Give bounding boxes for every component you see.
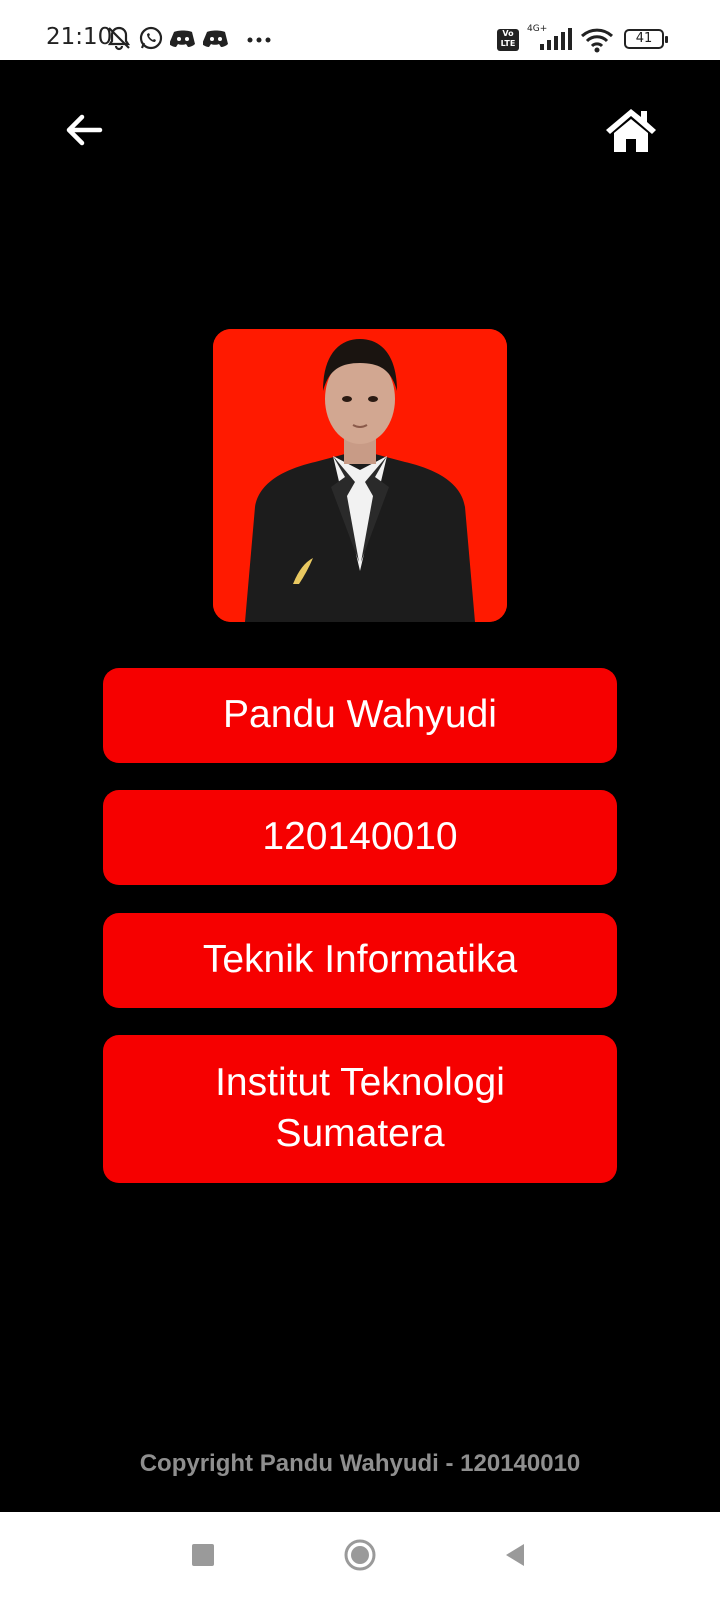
student-campus: Institut Teknologi Sumatera <box>215 1061 505 1155</box>
app-screen <box>0 60 720 1512</box>
home-nav-button[interactable] <box>344 1539 376 1571</box>
back-nav-button[interactable] <box>504 1543 526 1567</box>
home-button[interactable] <box>604 106 658 154</box>
signal-icon <box>540 28 572 50</box>
more-dots-icon <box>247 37 271 43</box>
battery-level: 41 <box>635 31 653 46</box>
back-button[interactable] <box>62 108 106 152</box>
campus-card: Institut Teknologi Sumatera <box>103 1035 617 1183</box>
discord-icon <box>170 30 195 47</box>
arrow-left-icon <box>66 114 103 146</box>
student-major: Teknik Informatika <box>202 938 518 982</box>
name-card: Pandu Wahyudi <box>103 668 617 763</box>
student-name: Pandu Wahyudi <box>223 693 497 737</box>
notifications-off-icon <box>107 26 131 51</box>
profile-photo <box>213 329 507 622</box>
status-bar: 21:10 Vo LTE 4G+ 41 <box>0 0 720 60</box>
discord-icon <box>203 30 228 47</box>
home-icon <box>606 109 656 152</box>
major-card: Teknik Informatika <box>103 913 617 1008</box>
student-nim: 120140010 <box>262 815 458 859</box>
status-time: 21:10 <box>46 24 113 50</box>
recents-button[interactable] <box>192 1544 214 1566</box>
back-triangle-icon <box>506 1544 524 1566</box>
copyright-text: Copyright Pandu Wahyudi - 120140010 <box>139 1450 581 1477</box>
profile-portrait-image <box>213 329 507 622</box>
wifi-icon <box>580 28 614 53</box>
volte-icon: Vo LTE <box>497 29 519 51</box>
recents-square-icon <box>192 1544 214 1566</box>
home-circle-icon <box>344 1539 376 1571</box>
system-navigation-bar <box>0 1512 720 1600</box>
whatsapp-icon <box>139 26 163 50</box>
battery-icon: 41 <box>624 29 668 49</box>
nim-card: 120140010 <box>103 790 617 885</box>
